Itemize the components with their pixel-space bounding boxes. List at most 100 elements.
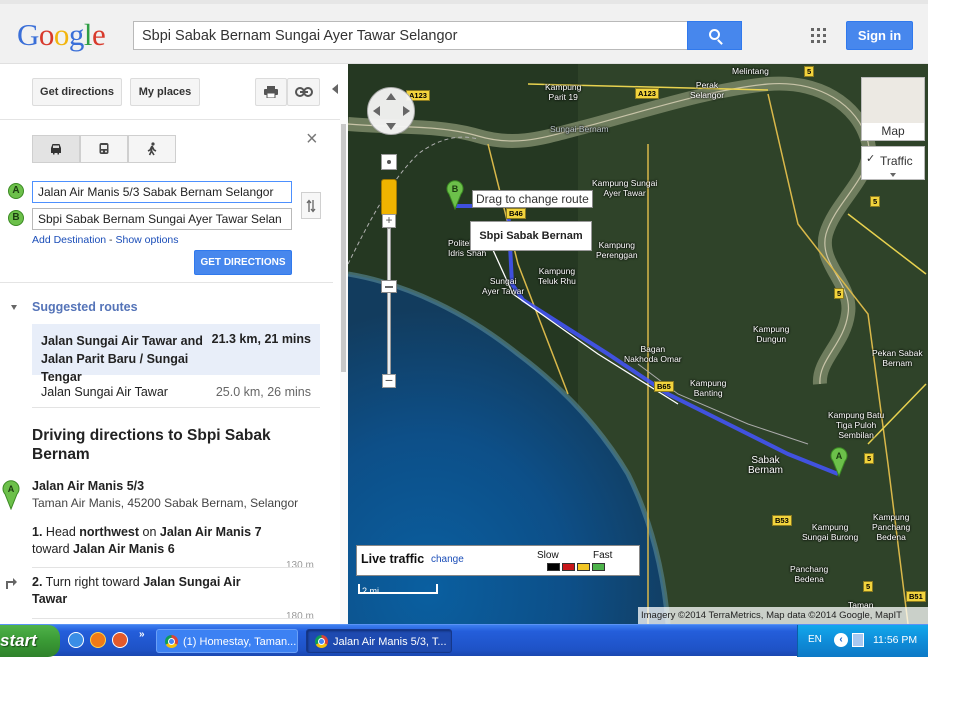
start-location-name: Jalan Air Manis 5/3 [32, 479, 145, 493]
collapse-panel-icon[interactable] [332, 84, 338, 94]
system-tray: EN ‹ 11:56 PM [797, 625, 928, 657]
driving-mode-button[interactable] [32, 135, 80, 163]
app-icon[interactable] [112, 632, 128, 648]
road-shield: A123 [635, 88, 659, 99]
fast-label: Fast [593, 550, 613, 561]
live-traffic-legend: Live traffic change Slow Fast [356, 545, 640, 576]
search-input[interactable]: Sbpi Sabak Bernam Sungai Ayer Tawar Sela… [133, 21, 687, 50]
directions-panel: Get directions My places × A Jalan Air M… [0, 64, 348, 624]
driving-directions-heading: Driving directions to Sbpi Sabak Bernam [32, 427, 271, 463]
map-label: Kampung Batu Tiga Puloh Sembilan [828, 410, 885, 440]
street-view-pegman-icon[interactable] [381, 179, 397, 216]
show-options-link[interactable]: Show options [115, 234, 178, 246]
walking-mode-button[interactable] [128, 135, 176, 163]
language-indicator[interactable]: EN [808, 634, 822, 645]
print-button[interactable] [255, 78, 287, 106]
pan-control[interactable] [367, 87, 415, 135]
firefox-icon[interactable] [90, 632, 106, 648]
bus-icon [99, 143, 109, 154]
windows-taskbar: start » (1) Homestay, Taman... Jalan Air… [0, 624, 928, 657]
traffic-layer-toggle[interactable]: ✓ Traffic [861, 146, 925, 180]
map-label: Perak Selangor [690, 80, 725, 100]
add-destination-link[interactable]: Add Destination [32, 234, 106, 246]
suggested-routes-heading[interactable]: Suggested routes [32, 300, 138, 314]
destination-input[interactable]: Sbpi Sabak Bernam Sungai Ayer Tawar Sela… [32, 208, 292, 230]
direction-step-1[interactable]: 1. Head northwest on Jalan Air Manis 7 t… [32, 524, 272, 558]
pan-left-icon[interactable] [373, 106, 380, 116]
step-text: toward [32, 542, 73, 556]
my-location-button[interactable] [381, 154, 397, 170]
zoom-in-button[interactable]: + [382, 214, 396, 228]
step-direction: northwest [79, 525, 140, 539]
step-distance: 130 m [286, 560, 314, 571]
step-road: Jalan Air Manis 7 [159, 525, 262, 539]
destination-pin-icon[interactable]: B [446, 180, 464, 210]
map-label: Kampung Sungai Ayer Tawar [592, 178, 658, 198]
route-distance: 25.0 km, 26 mins [215, 385, 311, 399]
ie-icon[interactable] [68, 632, 84, 648]
road-shield: 5 [863, 581, 874, 592]
apps-grid-icon[interactable] [811, 28, 826, 43]
pan-down-icon[interactable] [386, 123, 396, 130]
pan-up-icon[interactable] [386, 93, 396, 100]
close-icon[interactable]: × [306, 129, 322, 149]
scrollbar-thumb[interactable] [341, 124, 346, 372]
chevron-down-icon [890, 173, 896, 177]
taskbar-window-button[interactable]: (1) Homestay, Taman... [156, 629, 298, 653]
pan-right-icon[interactable] [403, 106, 410, 116]
transit-mode-button[interactable] [80, 135, 128, 163]
start-button[interactable]: start [0, 625, 60, 657]
map-type-toggle[interactable]: Map [861, 77, 925, 141]
network-icon[interactable] [852, 633, 864, 647]
sign-in-button[interactable]: Sign in [846, 21, 913, 50]
quick-launch-more-icon[interactable]: » [139, 629, 145, 640]
taskbar-window-button-active[interactable]: Jalan Air Manis 5/3, T... [306, 629, 452, 653]
link-button[interactable] [287, 78, 320, 106]
divider [32, 567, 314, 568]
road-shield: 5 [870, 196, 881, 207]
swap-route-button[interactable] [301, 192, 321, 219]
place-label[interactable]: Sbpi Sabak Bernam [470, 221, 592, 251]
clock[interactable]: 11:56 PM [873, 634, 917, 646]
road-shield: B46 [506, 208, 526, 219]
start-pin-icon: A [2, 480, 20, 510]
route-distance: 21.3 km, 21 mins [211, 332, 311, 346]
search-button[interactable] [687, 21, 742, 50]
zoom-slider-track[interactable] [387, 228, 391, 378]
turn-right-icon [6, 578, 17, 589]
map-label: Panchang Bedena [790, 564, 829, 584]
step-number: 2. [32, 575, 43, 589]
quick-launch-bar [66, 632, 150, 650]
route-option-1[interactable]: Jalan Sungai Air Tawar and Jalan Parit B… [32, 324, 320, 384]
origin-marker-icon: A [8, 183, 24, 199]
origin-input[interactable]: Jalan Air Manis 5/3 Sabak Bernam Selango… [32, 181, 292, 203]
map-scale-bar: 2 mi [358, 576, 438, 596]
printer-icon [264, 86, 278, 99]
divider [0, 282, 333, 283]
my-places-tab[interactable]: My places [130, 78, 200, 106]
get-directions-button[interactable]: GET DIRECTIONS [194, 250, 292, 275]
divider [0, 119, 340, 120]
change-traffic-link[interactable]: change [431, 554, 464, 565]
map-label: Sungai Bernam [550, 124, 609, 134]
collapse-routes-icon[interactable] [11, 305, 17, 310]
map-label: Bagan Nakhoda Omar [624, 344, 682, 364]
map-label: Pekan Sabak Bernam [872, 348, 923, 368]
zoom-slider-handle[interactable] [381, 280, 397, 293]
map-label: Kampung Dungun [753, 324, 790, 344]
map-type-label: Map [862, 123, 924, 140]
step-text: Turn right toward [42, 575, 144, 589]
top-search-bar: Google Sbpi Sabak Bernam Sungai Ayer Taw… [0, 0, 928, 64]
route-option-2[interactable]: Jalan Sungai Air Tawar 25.0 km, 26 mins [32, 378, 320, 408]
zoom-out-button[interactable]: − [382, 373, 396, 388]
traffic-label: Traffic [880, 154, 913, 168]
swap-arrows-icon [306, 199, 316, 213]
satellite-map[interactable]: Melintang Kampung Parit 19 Perak Selango… [348, 64, 928, 624]
map-label: Kampung Sungai Burong [802, 522, 859, 542]
google-logo[interactable]: Google [17, 18, 106, 52]
direction-step-2[interactable]: 2. Turn right toward Jalan Sungai Air Ta… [32, 574, 272, 608]
show-hidden-icons-icon[interactable]: ‹ [834, 633, 848, 647]
get-directions-tab[interactable]: Get directions [32, 78, 122, 106]
traffic-color-swatch [592, 563, 605, 571]
origin-pin-icon[interactable]: A [830, 447, 848, 477]
